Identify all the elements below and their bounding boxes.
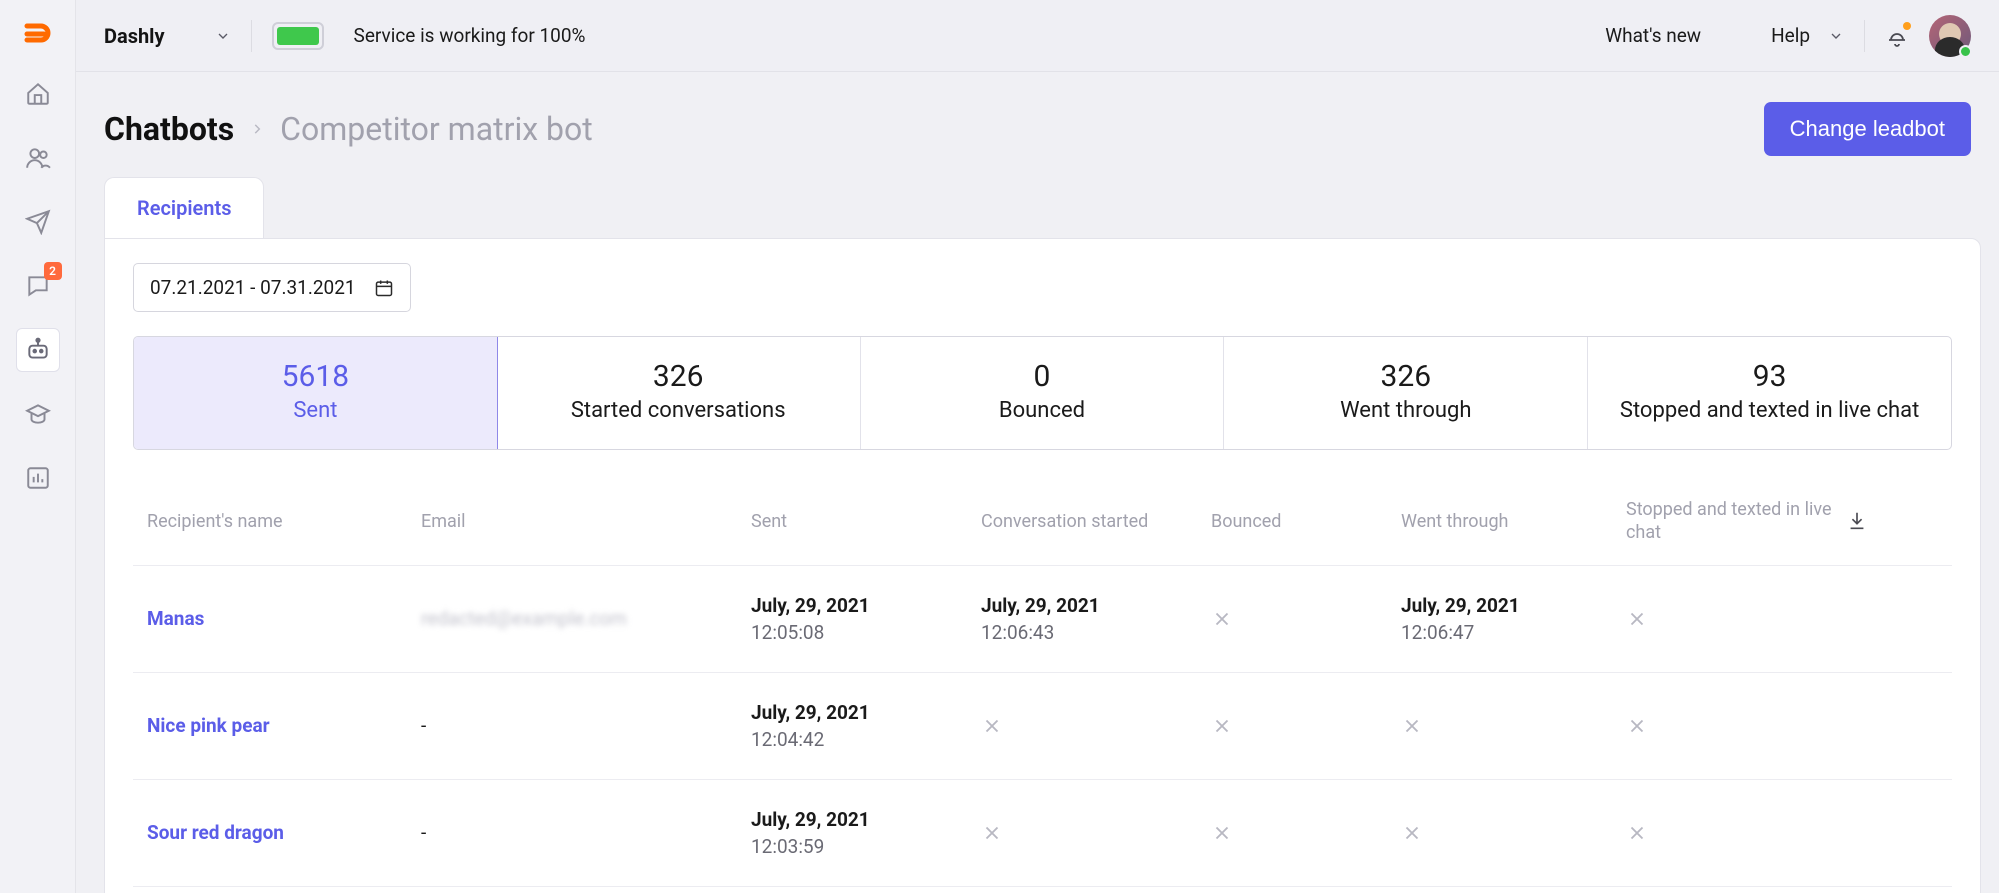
nav-messages[interactable]: 2 [16,264,60,308]
x-icon [1401,715,1423,737]
calendar-icon [374,278,394,298]
date-range-picker[interactable]: 07.21.2021 - 07.31.2021 [133,263,411,312]
stat-label: Went through [1234,398,1577,423]
status-text: Service is working for 100% [354,24,586,47]
col-bounced: Bounced [1211,511,1401,532]
status-indicator [272,22,324,50]
presence-dot [1959,45,1972,58]
stats-row: 5618 Sent 326 Started conversations 0 Bo… [133,336,1952,450]
stat-label: Started conversations [507,398,850,423]
nav-reports[interactable] [16,456,60,500]
topbar: Dashly Service is working for 100% What'… [76,0,1999,72]
nav-home[interactable] [16,72,60,116]
date-range-value: 07.21.2021 - 07.31.2021 [150,276,356,299]
cell-sent: July, 29, 2021 12:04:42 [751,701,981,751]
col-went: Went through [1401,511,1626,532]
nav-chatbot[interactable] [16,328,60,372]
stat-went-through[interactable]: 326 Went through [1224,337,1588,449]
cell-conv: July, 29, 2021 12:06:43 [981,594,1211,644]
divider [251,20,252,52]
nav-users[interactable] [16,136,60,180]
cell-bounced [1211,822,1401,844]
main: Chatbots Competitor matrix bot Change le… [76,72,1999,893]
cell-sent: July, 29, 2021 12:05:08 [751,594,981,644]
recipient-email: redacted@example.com [421,607,751,630]
help-menu[interactable]: Help [1771,24,1844,47]
divider [1864,20,1865,52]
x-icon [1211,822,1233,844]
stat-started-conversations[interactable]: 326 Started conversations [497,337,861,449]
recipient-email: - [421,821,751,844]
x-icon [1626,715,1648,737]
recipient-link[interactable]: Nice pink pear [141,714,421,737]
breadcrumb: Chatbots Competitor matrix bot [104,110,593,148]
tab-recipients[interactable]: Recipients [104,177,264,238]
cell-conv [981,822,1211,844]
stat-label: Stopped and texted in live chat [1598,398,1941,423]
cell-bounced [1211,608,1401,630]
nav-messages-badge: 2 [44,262,62,280]
col-stopped: Stopped and texted in live chat [1626,498,1846,545]
stat-label: Sent [144,398,487,423]
download-icon [1846,510,1868,532]
stat-value: 326 [507,359,850,394]
table-row: Sour red dragon - July, 29, 2021 12:03:5… [133,780,1952,887]
recipient-link[interactable]: Sour red dragon [141,821,421,844]
cell-went [1401,715,1626,737]
table-row: Manas redacted@example.com July, 29, 202… [133,566,1952,673]
stat-value: 326 [1234,359,1577,394]
stat-sent[interactable]: 5618 Sent [133,336,498,450]
x-icon [1211,608,1233,630]
stat-label: Bounced [871,398,1214,423]
cell-sent: July, 29, 2021 12:03:59 [751,808,981,858]
cell-conv [981,715,1211,737]
breadcrumb-root[interactable]: Chatbots [104,110,234,148]
x-icon [1626,608,1648,630]
help-label: Help [1771,24,1810,47]
table-header: Recipient's name Email Sent Conversation… [133,478,1952,566]
change-leadbot-button[interactable]: Change leadbot [1764,102,1971,156]
nav-learning[interactable] [16,392,60,436]
workspace-selector[interactable]: Dashly [104,24,231,48]
x-icon [1401,822,1423,844]
download-button[interactable] [1846,510,1906,532]
cell-stopped [1626,608,1846,630]
col-name: Recipient's name [141,511,421,532]
recipient-link[interactable]: Manas [141,607,421,630]
logo [21,18,55,52]
chevron-down-icon [1828,28,1844,44]
stat-bounced[interactable]: 0 Bounced [861,337,1225,449]
whats-new-link[interactable]: What's new [1605,24,1701,47]
x-icon [1211,715,1233,737]
panel: 07.21.2021 - 07.31.2021 5618 Sent 326 St… [104,238,1981,893]
stat-value: 93 [1598,359,1941,394]
nav-send[interactable] [16,200,60,244]
col-email: Email [421,511,751,532]
x-icon [981,822,1003,844]
col-conv: Conversation started [981,511,1211,532]
stat-value: 5618 [144,359,487,394]
cell-went: July, 29, 2021 12:06:47 [1401,594,1626,644]
cell-stopped [1626,822,1846,844]
stat-value: 0 [871,359,1214,394]
x-icon [981,715,1003,737]
col-sent: Sent [751,511,981,532]
sidebar: 2 [0,0,76,893]
table-row: Nice pink pear - July, 29, 2021 12:04:42 [133,673,1952,780]
cell-stopped [1626,715,1846,737]
notifications-button[interactable] [1885,24,1909,48]
tabs: Recipients [76,176,1999,238]
x-icon [1626,822,1648,844]
stat-stopped-live-chat[interactable]: 93 Stopped and texted in live chat [1588,337,1951,449]
recipient-email: - [421,714,751,737]
workspace-name: Dashly [104,24,165,48]
breadcrumb-current: Competitor matrix bot [280,110,593,148]
recipients-table: Recipient's name Email Sent Conversation… [133,478,1952,887]
chevron-down-icon [215,28,231,44]
chevron-right-icon [250,118,264,140]
cell-bounced [1211,715,1401,737]
notification-dot [1903,22,1911,30]
cell-went [1401,822,1626,844]
